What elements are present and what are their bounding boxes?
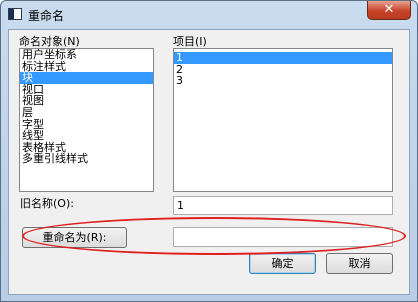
old-name-label: 旧名称(O): — [20, 197, 74, 210]
old-name-field: 1 — [173, 196, 393, 215]
named-object-list-item[interactable]: 视图 — [20, 95, 153, 107]
items-list[interactable]: 123 — [173, 48, 393, 192]
rename-to-button[interactable]: 重命名为(R): — [22, 227, 127, 248]
item-list-item[interactable]: 2 — [174, 63, 392, 76]
rename-dialog: 重命名 ✕ 命名对象(N) 项目(I) 用户坐标系 标注样式块视口 视图层字型 线型表… — [0, 0, 418, 302]
named-object-list-item[interactable]: 用户坐标系 — [20, 49, 153, 61]
ok-button[interactable]: 确定 — [249, 253, 316, 274]
named-objects-list[interactable]: 用户坐标系 标注样式块视口 视图层字型 线型 表格样式 多重引线样式 — [19, 48, 154, 192]
named-object-list-item[interactable]: 标注样式 — [20, 60, 153, 73]
named-object-list-item[interactable]: 线型 — [20, 130, 153, 142]
close-button[interactable]: ✕ — [367, 1, 411, 20]
cancel-button[interactable]: 取消 — [326, 253, 393, 274]
window-title: 重命名 — [28, 9, 65, 23]
rename-to-field[interactable] — [173, 227, 393, 247]
item-list-item[interactable]: 1 — [174, 52, 392, 64]
item-list-item[interactable]: 3 — [174, 75, 392, 87]
app-icon — [8, 8, 22, 20]
named-object-list-item[interactable]: 层 — [20, 107, 153, 119]
title-bar[interactable]: 重命名 ✕ — [1, 1, 417, 29]
named-objects-label: 命名对象(N) — [19, 35, 80, 48]
items-label: 项目(I) — [173, 35, 207, 48]
named-object-list-item[interactable]: 多重引线样式 — [20, 153, 153, 165]
dialog-body: 命名对象(N) 项目(I) 用户坐标系 标注样式块视口 视图层字型 线型 表格样式 多重引… — [8, 29, 410, 295]
